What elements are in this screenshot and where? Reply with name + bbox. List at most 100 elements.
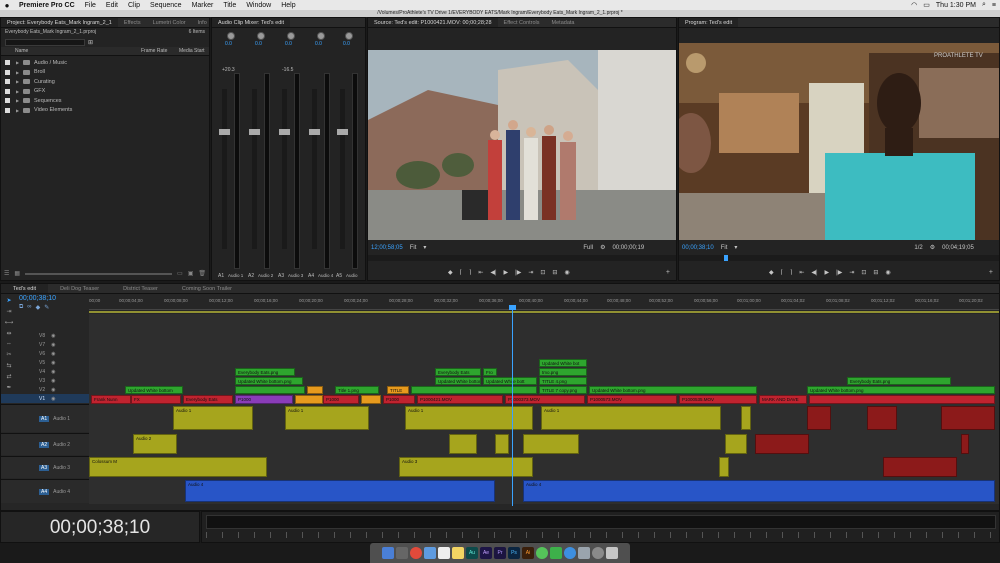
clip-v1-purple[interactable]: P1000 <box>235 395 293 404</box>
premiere-icon[interactable]: Pr <box>494 547 506 559</box>
mail-icon[interactable] <box>424 547 436 559</box>
playhead-handle[interactable] <box>509 305 516 310</box>
project-item-gfx[interactable]: ▶ GFX <box>1 87 209 97</box>
pan-knob[interactable] <box>257 32 265 40</box>
volume-fader[interactable] <box>249 89 260 249</box>
clip-audio-1-a[interactable]: Audio 1 <box>173 406 253 430</box>
clip-audio-3-red[interactable] <box>883 457 957 477</box>
eye-icon[interactable]: ◉ <box>51 369 55 375</box>
go-to-out-icon[interactable]: ⇥ <box>849 269 854 276</box>
track-header-v2[interactable]: V2 ◉ <box>1 385 89 394</box>
step-back-icon[interactable]: ◀| <box>811 269 817 276</box>
bin-icon[interactable]: ⊞ <box>88 39 93 46</box>
trash-icon[interactable] <box>606 547 618 559</box>
fader-handle[interactable] <box>279 129 290 135</box>
settings-icon[interactable] <box>592 547 604 559</box>
clip-audio-4-a[interactable]: Audio 4 <box>185 480 495 502</box>
menu-sequence[interactable]: Sequence <box>145 2 187 9</box>
track-header-a1[interactable]: A1 Audio 1 <box>1 404 89 432</box>
notes-icon[interactable] <box>452 547 464 559</box>
clip-audio-2-red-2[interactable] <box>961 434 969 454</box>
facetime-icon[interactable] <box>550 547 562 559</box>
new-bin-icon[interactable]: ▭ <box>177 270 183 278</box>
col-media-start[interactable]: Media Start <box>179 47 205 56</box>
eye-icon[interactable]: ◉ <box>51 333 55 339</box>
clip-v1-red-3[interactable]: P1000 <box>383 395 415 404</box>
clip-updated-white-bottom[interactable]: Updated White bottom.png <box>235 377 303 385</box>
project-item-audio-music[interactable]: ▶ Audio / Music <box>1 58 209 68</box>
volume-fader[interactable] <box>309 89 320 249</box>
clip-updated-white-bottom-2[interactable]: Updated White bottom.png <box>435 377 481 385</box>
work-area-bar[interactable] <box>89 311 999 313</box>
clip-v1-red-4[interactable]: P1000421.MOV <box>417 395 503 404</box>
source-quality-select[interactable]: Full <box>583 245 593 251</box>
menu-window[interactable]: Window <box>241 2 276 9</box>
icon-view-icon[interactable]: ▦ <box>14 270 20 278</box>
playhead-marker[interactable] <box>724 255 728 261</box>
clip-v1-red-5[interactable]: P1000373.MOV <box>505 395 585 404</box>
marker-icon[interactable]: ◆ <box>769 269 774 276</box>
fader-handle[interactable] <box>337 129 348 135</box>
tab-source[interactable]: Source: Ted's edit: P1000421.MOV: 00;00;… <box>368 18 498 27</box>
source-fit-select[interactable]: Fit <box>410 245 417 251</box>
eye-icon[interactable]: ◉ <box>51 351 55 357</box>
tab-metadata[interactable]: Metadata <box>546 18 581 27</box>
extract-icon[interactable]: ⊟ <box>873 269 878 276</box>
clip-audio-2-b[interactable] <box>449 434 477 454</box>
in-point-icon[interactable]: ⌈ <box>460 269 462 276</box>
tab-program[interactable]: Program: Ted's edit <box>679 18 739 27</box>
checkbox[interactable] <box>5 69 10 75</box>
clip-everybody-eats[interactable]: Everybody Eats <box>435 368 481 376</box>
search-icon[interactable]: ⌕ <box>982 1 986 9</box>
track-header-v1[interactable]: V1 ◉ <box>1 394 89 403</box>
clip-title-7-copy[interactable]: TITLE 7 copy.png <box>539 386 587 394</box>
clip-updated-white-bottom-v2[interactable]: Updated White bottom <box>125 386 183 394</box>
step-back-icon[interactable]: ◀| <box>490 269 496 276</box>
clip-v2-orange[interactable] <box>307 386 323 394</box>
eye-icon[interactable]: ◉ <box>51 342 55 348</box>
clip-everybody-eats-png-2[interactable]: Everybody Eats.png <box>847 377 951 385</box>
clip-audio-2-e[interactable] <box>725 434 747 454</box>
track-header-v3[interactable]: V3 ◉ <box>1 376 89 385</box>
col-name[interactable]: Name <box>15 47 28 56</box>
checkbox[interactable] <box>5 98 10 104</box>
volume-fader[interactable] <box>219 89 230 249</box>
lift-icon[interactable]: ⊡ <box>861 269 866 276</box>
preview-icon[interactable] <box>578 547 590 559</box>
eye-icon[interactable]: ◉ <box>51 360 55 366</box>
clip-everybody-eats-png[interactable]: Everybody Eats.png <box>235 368 295 376</box>
clip-fro[interactable]: Fro <box>483 368 497 376</box>
pan-knob[interactable] <box>317 32 325 40</box>
menu-marker[interactable]: Marker <box>187 2 219 9</box>
menu-title[interactable]: Title <box>218 2 241 9</box>
marker-add-icon[interactable]: ◆ <box>36 304 41 311</box>
out-point-icon[interactable]: ⌉ <box>790 269 792 276</box>
ripple-edit-icon[interactable]: ⟷ <box>5 319 14 326</box>
clip-everybody-eats-v1[interactable]: Everybody Eats <box>183 395 233 404</box>
link-icon[interactable]: ∞ <box>27 304 31 311</box>
snap-icon[interactable]: ⧉ <box>19 304 23 311</box>
new-item-icon[interactable]: ▣ <box>188 270 194 278</box>
export-frame-icon[interactable]: ◉ <box>564 269 569 276</box>
clip-title[interactable]: TITLE <box>387 386 409 394</box>
project-item-curating[interactable]: ▶ Curating <box>1 77 209 87</box>
tab-deli-dog-teaser[interactable]: Deli Dog Teaser <box>48 284 111 293</box>
col-frame-rate[interactable]: Frame Rate <box>141 47 167 56</box>
clip-v1-red-6[interactable]: P1000573.MOV <box>587 395 677 404</box>
project-item-sequences[interactable]: ▶ Sequences <box>1 96 209 106</box>
audition-icon[interactable]: Au <box>466 547 478 559</box>
clip-v1-orange-1[interactable] <box>295 395 323 404</box>
wifi-icon[interactable]: ◠ <box>911 1 917 9</box>
clip-audio-1-b[interactable]: Audio 1 <box>285 406 369 430</box>
track-select-icon[interactable]: ⇥ <box>6 308 11 315</box>
export-frame-icon[interactable]: ◉ <box>885 269 890 276</box>
add-button-icon[interactable]: + <box>666 269 670 276</box>
menu-clip[interactable]: Clip <box>123 2 145 9</box>
clip-v1-red-7[interactable]: P1000535.MOV <box>679 395 757 404</box>
clip-audio-4-b[interactable]: Audio 4 <box>523 480 995 502</box>
fader-handle[interactable] <box>249 129 260 135</box>
eye-icon[interactable]: ◉ <box>51 396 55 402</box>
apple-icon[interactable]: ● <box>0 1 14 10</box>
tab-effects[interactable]: Effects <box>118 18 147 27</box>
zoom-slider[interactable] <box>25 273 173 275</box>
